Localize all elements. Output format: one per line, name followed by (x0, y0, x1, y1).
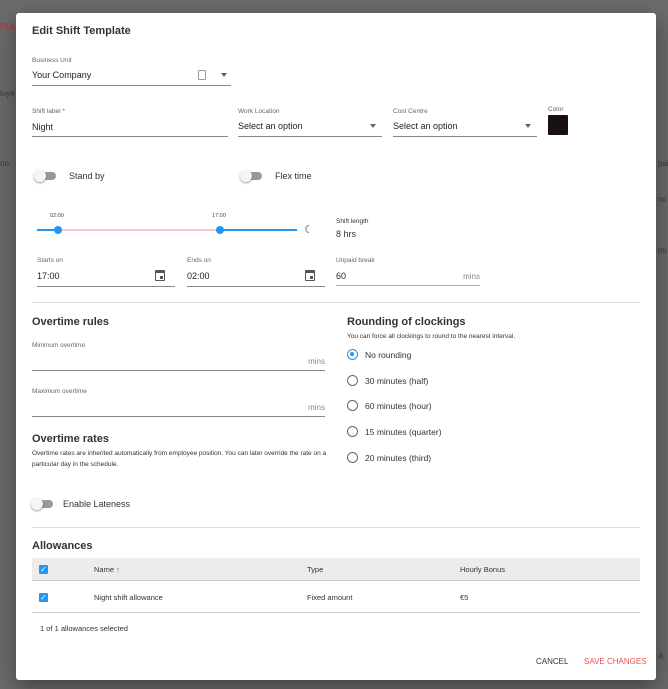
slider-end-handle[interactable] (216, 226, 224, 234)
slider-range (58, 229, 220, 231)
minimum-overtime-suffix: mins (308, 357, 325, 366)
shift-label-input[interactable]: Night (32, 119, 228, 137)
chevron-down-icon (525, 124, 531, 128)
unpaid-break-suffix: mins (463, 272, 480, 281)
bg-text-fragment: mi (658, 195, 667, 204)
maximum-overtime-input[interactable]: mins (32, 399, 325, 417)
unpaid-break-input[interactable]: 60 mins (336, 268, 480, 286)
flex-time-label: Flex time (275, 171, 312, 181)
rounding-option-label: No rounding (365, 350, 412, 360)
allowances-title: Allowances (32, 540, 93, 552)
color-swatch[interactable] (548, 115, 568, 135)
minimum-overtime-input[interactable]: mins (32, 353, 325, 371)
color-label: Color (548, 106, 564, 113)
allowance-type: Fixed amount (307, 593, 353, 602)
chevron-down-icon (221, 73, 227, 77)
dialog-title: Edit Shift Template (32, 25, 131, 37)
calendar-icon[interactable] (305, 270, 315, 281)
cost-centre-value: Select an option (393, 121, 458, 131)
radio-button[interactable] (347, 426, 358, 438)
cost-centre-label: Cost Centre (393, 108, 428, 115)
allowance-name: Night shift allowance (94, 593, 163, 602)
overtime-rates-description: Overtime rates are inherited automatical… (32, 450, 327, 468)
slider-end-label: 17:00 (212, 213, 226, 219)
overtime-rates-title: Overtime rates (32, 433, 110, 445)
night-icon: ☾ (304, 224, 314, 236)
radio-button[interactable] (347, 349, 358, 360)
unpaid-break-value: 60 (336, 271, 347, 281)
rounding-option-label: 20 minutes (third) (365, 452, 432, 463)
work-location-value: Select an option (238, 121, 303, 131)
business-unit-select[interactable]: Your Company (32, 68, 231, 86)
rounding-title: Rounding of clockings (347, 316, 466, 328)
column-type[interactable]: Type (307, 565, 323, 574)
business-unit-value: Your Company (32, 70, 92, 80)
work-location-label: Work Location (238, 108, 280, 115)
unpaid-break-label: Unpaid break (336, 257, 375, 264)
rounding-option[interactable]: 15 minutes (quarter) (347, 425, 547, 439)
ends-on-input[interactable]: 02:00 (187, 268, 325, 287)
rounding-option[interactable]: 60 minutes (hour) (347, 399, 547, 413)
chevron-down-icon (370, 124, 376, 128)
starts-on-input[interactable]: 17:00 (37, 268, 175, 287)
cost-centre-select[interactable]: Select an option (393, 119, 537, 137)
bg-text-fragment: A (658, 652, 664, 661)
select-all-checkbox[interactable]: ✓ (39, 565, 48, 574)
flex-time-toggle[interactable] (240, 170, 262, 182)
slider-start-handle[interactable] (54, 226, 62, 234)
sort-ascending-icon: ↑ (116, 565, 120, 574)
rounding-description: You can force all clockings to round to … (347, 333, 516, 340)
maximum-overtime-label: Maximum overtime (32, 388, 87, 395)
rounding-option-label: 30 minutes (half) (365, 375, 429, 386)
shift-length-label: Shift length (336, 218, 369, 225)
rounding-option[interactable]: 20 minutes (third) (347, 451, 547, 465)
rounding-option-label: 15 minutes (quarter) (365, 427, 442, 438)
allowances-table-header: ✓ Name ↑ Type Hourly Bonus (32, 558, 640, 581)
selection-count: 1 of 1 allowances selected (40, 624, 128, 633)
stand-by-label: Stand by (69, 171, 105, 181)
column-name[interactable]: Name ↑ (94, 565, 120, 574)
work-location-select[interactable]: Select an option (238, 119, 382, 137)
divider (32, 527, 640, 528)
table-row[interactable]: ✓ Night shift allowance Fixed amount €5 (32, 582, 640, 613)
divider (32, 302, 640, 303)
ends-on-value: 02:00 (187, 271, 210, 281)
column-name-label: Name (94, 565, 115, 574)
radio-button[interactable] (347, 451, 358, 463)
save-changes-button[interactable]: SAVE CHANGES (584, 657, 647, 666)
enable-lateness-label: Enable Lateness (63, 499, 131, 509)
rounding-option-label: 60 minutes (hour) (365, 401, 432, 412)
cancel-button[interactable]: CANCEL (536, 657, 568, 666)
radio-button[interactable] (347, 400, 358, 412)
row-checkbox[interactable]: ✓ (39, 593, 48, 602)
ends-on-label: Ends on (187, 257, 211, 264)
bg-text-fragment: on (0, 159, 9, 168)
bg-text-fragment: loye (0, 89, 15, 98)
maximum-overtime-suffix: mins (308, 403, 325, 412)
rounding-option[interactable]: No rounding (347, 348, 547, 362)
slider-start-label: 02:00 (50, 213, 64, 219)
business-unit-label: Business Unit (32, 57, 72, 64)
starts-on-value: 17:00 (37, 271, 60, 281)
starts-on-label: Starts on (37, 257, 64, 264)
overtime-rules-title: Overtime rules (32, 316, 110, 328)
minimum-overtime-label: Minimum overtime (32, 342, 86, 349)
column-hourly-bonus[interactable]: Hourly Bonus (460, 565, 505, 574)
bg-text-fragment: pai (658, 159, 668, 168)
radio-button[interactable] (347, 374, 358, 386)
rounding-option[interactable]: 30 minutes (half) (347, 374, 547, 388)
shift-label-label: Shift label * (32, 108, 65, 115)
stand-by-toggle[interactable] (34, 170, 56, 182)
calendar-icon[interactable] (155, 270, 165, 281)
building-icon (198, 70, 206, 80)
bg-text-fragment: mi (658, 246, 667, 255)
shift-length-value: 8 hrs (336, 229, 357, 239)
edit-shift-template-dialog: Edit Shift Template Business Unit Your C… (16, 13, 656, 680)
shift-label-value: Night (32, 122, 54, 132)
allowance-bonus: €5 (460, 593, 469, 602)
enable-lateness-toggle[interactable] (31, 498, 53, 510)
